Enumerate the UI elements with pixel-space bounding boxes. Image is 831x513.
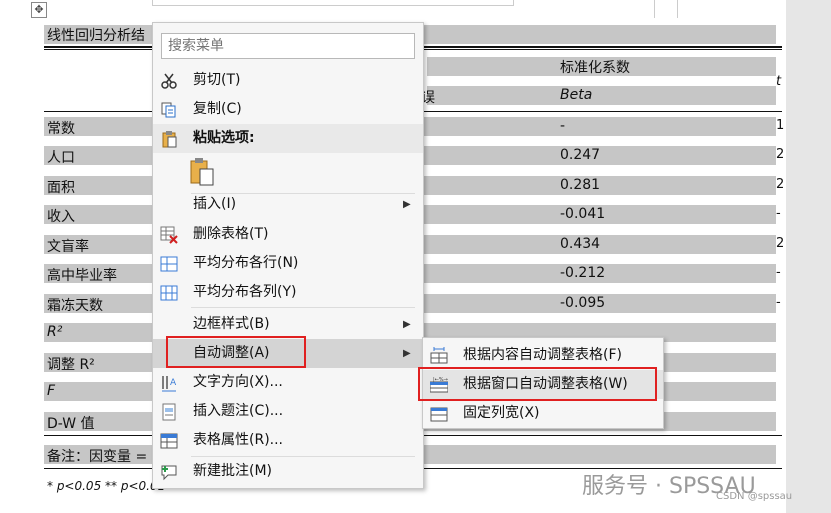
header-t: t xyxy=(776,74,782,89)
menu-item-label: 平均分布各列(Y) xyxy=(193,284,297,300)
menu-separator xyxy=(191,307,415,308)
menu-item-insert-caption[interactable]: 插入题注(C)... xyxy=(153,397,423,426)
table-properties-icon xyxy=(160,432,178,450)
menu-item-label: 新建批注(M) xyxy=(193,463,273,479)
row-beta: - xyxy=(560,118,566,134)
submenu-item-label: 根据内容自动调整表格(F) xyxy=(463,347,622,363)
menu-item-label: 复制(C) xyxy=(193,101,242,117)
paste-keep-formatting-icon[interactable] xyxy=(189,157,217,187)
csdn-watermark: CSDN @spssau xyxy=(716,491,793,502)
row-label: 高中毕业率 xyxy=(47,268,117,284)
menu-item-label: 删除表格(T) xyxy=(193,226,269,242)
top-frame-line xyxy=(152,0,514,6)
table-note: 备注：因变量 = xyxy=(47,449,148,465)
menu-item-insert[interactable]: 插入(I) ▶ xyxy=(153,190,423,219)
menu-item-label: 剪切(T) xyxy=(193,72,241,88)
submenu-item-fixed-width[interactable]: 固定列宽(X) xyxy=(423,399,663,428)
row-label: 常数 xyxy=(47,121,75,137)
row-t: 1 xyxy=(776,118,785,133)
caption-icon xyxy=(160,403,178,421)
menu-item-copy[interactable]: 复制(C) xyxy=(153,95,423,124)
highlight-autofit-window xyxy=(418,367,657,401)
submenu-item-autofit-contents[interactable]: 根据内容自动调整表格(F) xyxy=(423,341,663,370)
row-beta: -0.095 xyxy=(560,295,606,311)
scissors-icon xyxy=(160,72,178,90)
header-beta: Beta xyxy=(560,87,593,103)
row-t: - xyxy=(776,265,781,280)
row-beta: 0.281 xyxy=(560,177,601,193)
menu-item-new-comment[interactable]: 新建批注(M) xyxy=(153,457,423,486)
row-beta: -0.041 xyxy=(560,206,606,222)
svg-text:A: A xyxy=(170,378,177,388)
row-beta: -0.212 xyxy=(560,265,606,281)
menu-item-label: 插入题注(C)... xyxy=(193,403,284,419)
row-label: D-W 值 xyxy=(47,416,95,432)
search-menu-input[interactable] xyxy=(161,33,415,59)
row-beta: 0.434 xyxy=(560,236,601,252)
row-label: F xyxy=(47,383,56,399)
menu-item-label: 平均分布各行(N) xyxy=(193,255,299,271)
right-gutter xyxy=(786,0,831,513)
row-beta: 0.247 xyxy=(560,147,601,163)
comment-icon xyxy=(160,463,178,481)
menu-item-table-properties[interactable]: 表格属性(R)... xyxy=(153,426,423,455)
distribute-columns-icon xyxy=(160,284,178,302)
menu-item-label: 文字方向(X)... xyxy=(193,374,283,390)
menu-item-label: 粘贴选项: xyxy=(193,130,255,146)
menu-item-distribute-cols[interactable]: 平均分布各列(Y) xyxy=(153,278,423,307)
chevron-right-icon: ▶ xyxy=(403,319,411,330)
copy-icon xyxy=(160,101,178,119)
row-label: 面积 xyxy=(47,180,75,196)
chevron-right-icon: ▶ xyxy=(403,348,411,359)
row-t: 2 xyxy=(776,147,785,162)
table-title: 线性回归分析结 xyxy=(47,28,145,44)
fixed-width-icon xyxy=(430,405,448,423)
row-label: 文盲率 xyxy=(47,239,89,255)
chevron-right-icon: ▶ xyxy=(403,199,411,210)
row-t: - xyxy=(776,206,781,221)
menu-item-label: 插入(I) xyxy=(193,196,237,212)
menu-item-distribute-rows[interactable]: 平均分布各行(N) xyxy=(153,249,423,278)
distribute-rows-icon xyxy=(160,255,178,273)
row-label: 收入 xyxy=(47,209,75,225)
clipboard-icon xyxy=(160,130,178,148)
text-direction-icon: A xyxy=(160,374,178,392)
top-frame-box xyxy=(654,0,678,18)
highlight-autofit xyxy=(166,336,306,368)
menu-item-text-direction[interactable]: A 文字方向(X)... xyxy=(153,368,423,397)
row-t: 2 xyxy=(776,236,785,251)
delete-table-icon xyxy=(160,226,178,244)
header-row2-shading xyxy=(427,86,776,105)
menu-item-label: 表格属性(R)... xyxy=(193,432,284,448)
paste-options-header: 粘贴选项: xyxy=(153,124,423,153)
menu-item-label: 边框样式(B) xyxy=(193,316,270,332)
table-footnote: * p<0.05 ** p<0.01 xyxy=(47,479,166,493)
context-menu: 剪切(T) 复制(C) 粘贴选项: 插入(I) ▶ 删除表格(T) 平均分布各行… xyxy=(152,22,424,489)
menu-item-cut[interactable]: 剪切(T) xyxy=(153,66,423,95)
row-label: 人口 xyxy=(47,150,75,166)
menu-item-border-styles[interactable]: 边框样式(B) ▶ xyxy=(153,310,423,339)
row-label: 霜冻天数 xyxy=(47,298,103,314)
autofit-contents-icon xyxy=(430,347,448,365)
row-label: 调整 R² xyxy=(47,357,95,373)
menu-item-delete-table[interactable]: 删除表格(T) xyxy=(153,220,423,249)
table-move-handle-icon[interactable]: ✥ xyxy=(31,2,47,18)
submenu-item-label: 固定列宽(X) xyxy=(463,405,540,421)
header-std-coef: 标准化系数 xyxy=(560,60,630,76)
row-t: - xyxy=(776,295,781,310)
row-t: 2 xyxy=(776,177,785,192)
row-label: R² xyxy=(47,324,63,340)
